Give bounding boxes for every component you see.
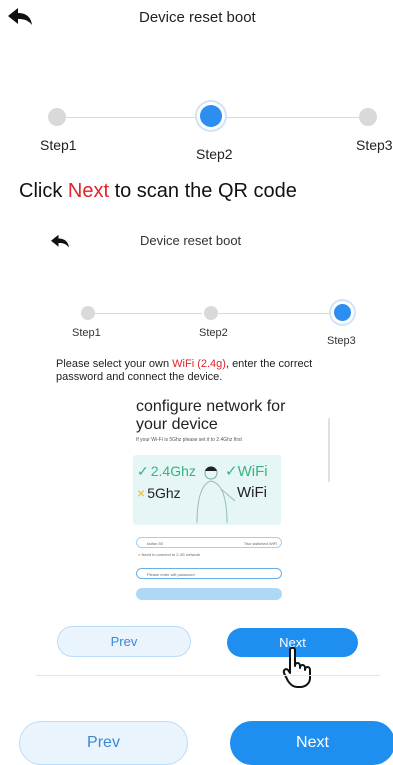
inner-divider <box>36 675 380 676</box>
page-title: Device reset boot <box>139 9 256 26</box>
inner-scrollbar <box>328 418 330 482</box>
inner-step-connector <box>92 313 202 314</box>
wifi-name-field: ksifan 50 Two switched WiFi <box>136 537 282 548</box>
warning-icon: ● <box>138 552 141 557</box>
wifi-guide-card: configure network for your device If you… <box>130 392 288 610</box>
wifi-band-illustration: ✓ 2.4Ghz ✓WiFi × 5Ghz WiFi <box>133 455 281 525</box>
next-label: Next <box>296 734 329 751</box>
band-5ghz: × 5Ghz <box>137 485 181 501</box>
next-button[interactable]: Next <box>230 721 393 765</box>
instruction-text: Click Next to scan the QR code <box>19 180 297 203</box>
password-placeholder: Please enter wifi password <box>147 572 195 577</box>
step1-dot <box>48 108 66 126</box>
tap-hand-icon <box>282 646 311 688</box>
wifi-name-value: ksifan 50 <box>147 541 164 546</box>
card-title: configure network for your device <box>136 398 286 433</box>
wifi-label-ok: ✓WiFi <box>225 462 268 480</box>
mini-connect-button <box>136 588 282 600</box>
band-bad-label: 5Ghz <box>147 485 181 501</box>
inner-prev-label: Prev <box>110 634 138 649</box>
step-connector <box>62 117 198 118</box>
inner-description: Please select your own WiFi (2.4g), ente… <box>56 358 356 384</box>
wifi-word-ok: WiFi <box>237 463 268 480</box>
card-note: If your Wi-Fi is 5Ghz please set it to 2… <box>136 437 242 443</box>
prev-button[interactable]: Prev <box>19 721 188 765</box>
prev-label: Prev <box>87 734 120 751</box>
inner-step3-dot <box>334 304 351 321</box>
step-connector <box>226 117 360 118</box>
step3-dot <box>359 108 377 126</box>
band-ok-label: 2.4Ghz <box>150 463 196 479</box>
inner-step1-dot <box>81 306 95 320</box>
band-2-4ghz: ✓ 2.4Ghz <box>137 463 196 480</box>
inner-step2-dot <box>204 306 218 320</box>
check-icon: ✓ <box>225 463 238 480</box>
instruction-highlight: Next <box>67 180 110 202</box>
inner-desc-highlight: WiFi (2.4g) <box>172 358 226 370</box>
inner-step2-label: Step2 <box>199 327 228 339</box>
check-icon: ✓ <box>137 463 149 479</box>
inner-page-title: Device reset boot <box>140 233 242 248</box>
step2-label: Step2 <box>196 146 233 162</box>
wifi-password-field: Please enter wifi password <box>136 568 282 579</box>
network-warning: ● Need to connect to 2.4G network <box>138 552 200 557</box>
instruction-prefix: Click <box>19 180 68 202</box>
inner-desc-prefix: Please select your own <box>56 358 173 370</box>
inner-prev-button: Prev <box>57 626 191 657</box>
inner-step1-label: Step1 <box>72 327 101 339</box>
step3-label: Step3 <box>356 137 393 153</box>
wifi-word-bad: WiFi <box>237 484 267 501</box>
wifi-field-tag: Two switched WiFi <box>243 541 277 546</box>
inner-step3-label: Step3 <box>327 335 356 347</box>
step1-label: Step1 <box>40 137 77 153</box>
warning-text: Need to connect to 2.4G network <box>141 552 201 557</box>
instruction-suffix: to scan the QR code <box>109 180 297 202</box>
inner-step-connector <box>218 313 336 314</box>
back-arrow-icon[interactable] <box>6 7 34 27</box>
cross-icon: × <box>137 485 146 501</box>
step2-dot <box>200 105 222 127</box>
inner-back-arrow-icon <box>49 234 71 254</box>
